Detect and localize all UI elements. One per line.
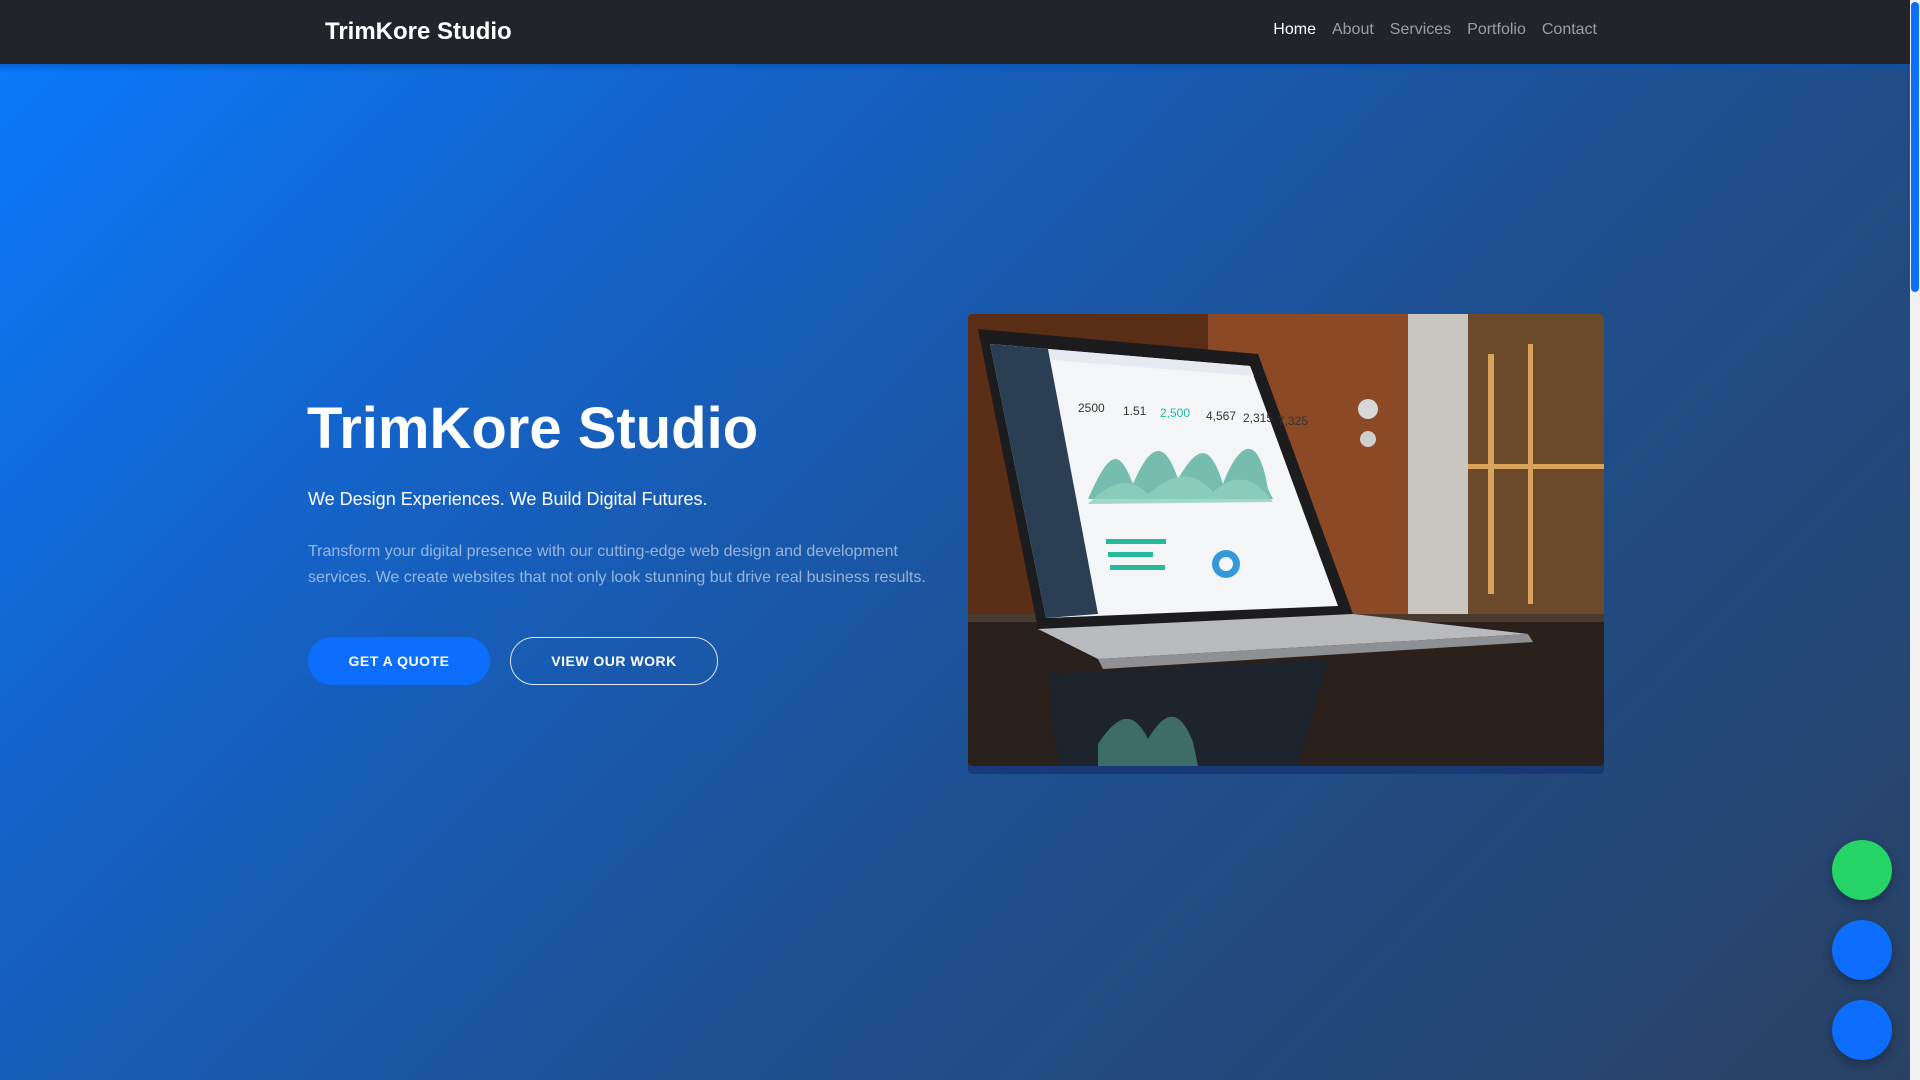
hero-laptop-image: 2500 1.51 2,500 4,567 2,315 7,325 (968, 314, 1604, 766)
hero-tagline: We Design Experiences. We Build Digital … (308, 489, 708, 509)
dashboard-stat-1: 2500 (1078, 401, 1105, 415)
nav-link-home[interactable]: Home (1273, 21, 1316, 39)
phone-button[interactable] (1832, 920, 1892, 980)
nav-links: Home About Services Portfolio Contact (1273, 21, 1597, 39)
whatsapp-button[interactable] (1832, 840, 1892, 900)
scrollbar-thumb[interactable] (1911, 2, 1919, 292)
nav-link-services[interactable]: Services (1390, 21, 1451, 39)
view-work-button[interactable]: VIEW OUR WORK (510, 637, 718, 685)
nav-link-about[interactable]: About (1332, 21, 1374, 39)
nav-link-portfolio[interactable]: Portfolio (1467, 21, 1526, 39)
dashboard-stat-3: 2,500 (1160, 406, 1190, 420)
dashboard-stat-2: 1.51 (1123, 404, 1147, 418)
page-scrollbar[interactable] (1910, 0, 1920, 1080)
dashboard-stat-5: 2,315 (1243, 411, 1273, 425)
navbar: TrimKore Studio Home About Services Port… (0, 0, 1910, 72)
dashboard-stat-6: 7,325 (1278, 414, 1308, 428)
dashboard-stat-4: 4,567 (1206, 409, 1236, 423)
laptop-analytics-photo: 2500 1.51 2,500 4,567 2,315 7,325 (968, 314, 1604, 766)
brand-logo[interactable]: TrimKore Studio (325, 18, 512, 46)
get-quote-button[interactable]: GET A QUOTE (308, 637, 490, 685)
scroll-top-button[interactable] (1832, 1000, 1892, 1060)
hero-description: Transform your digital presence with our… (308, 543, 926, 586)
hero-title: TrimKore Studio (307, 396, 759, 461)
nav-link-contact[interactable]: Contact (1542, 21, 1597, 39)
